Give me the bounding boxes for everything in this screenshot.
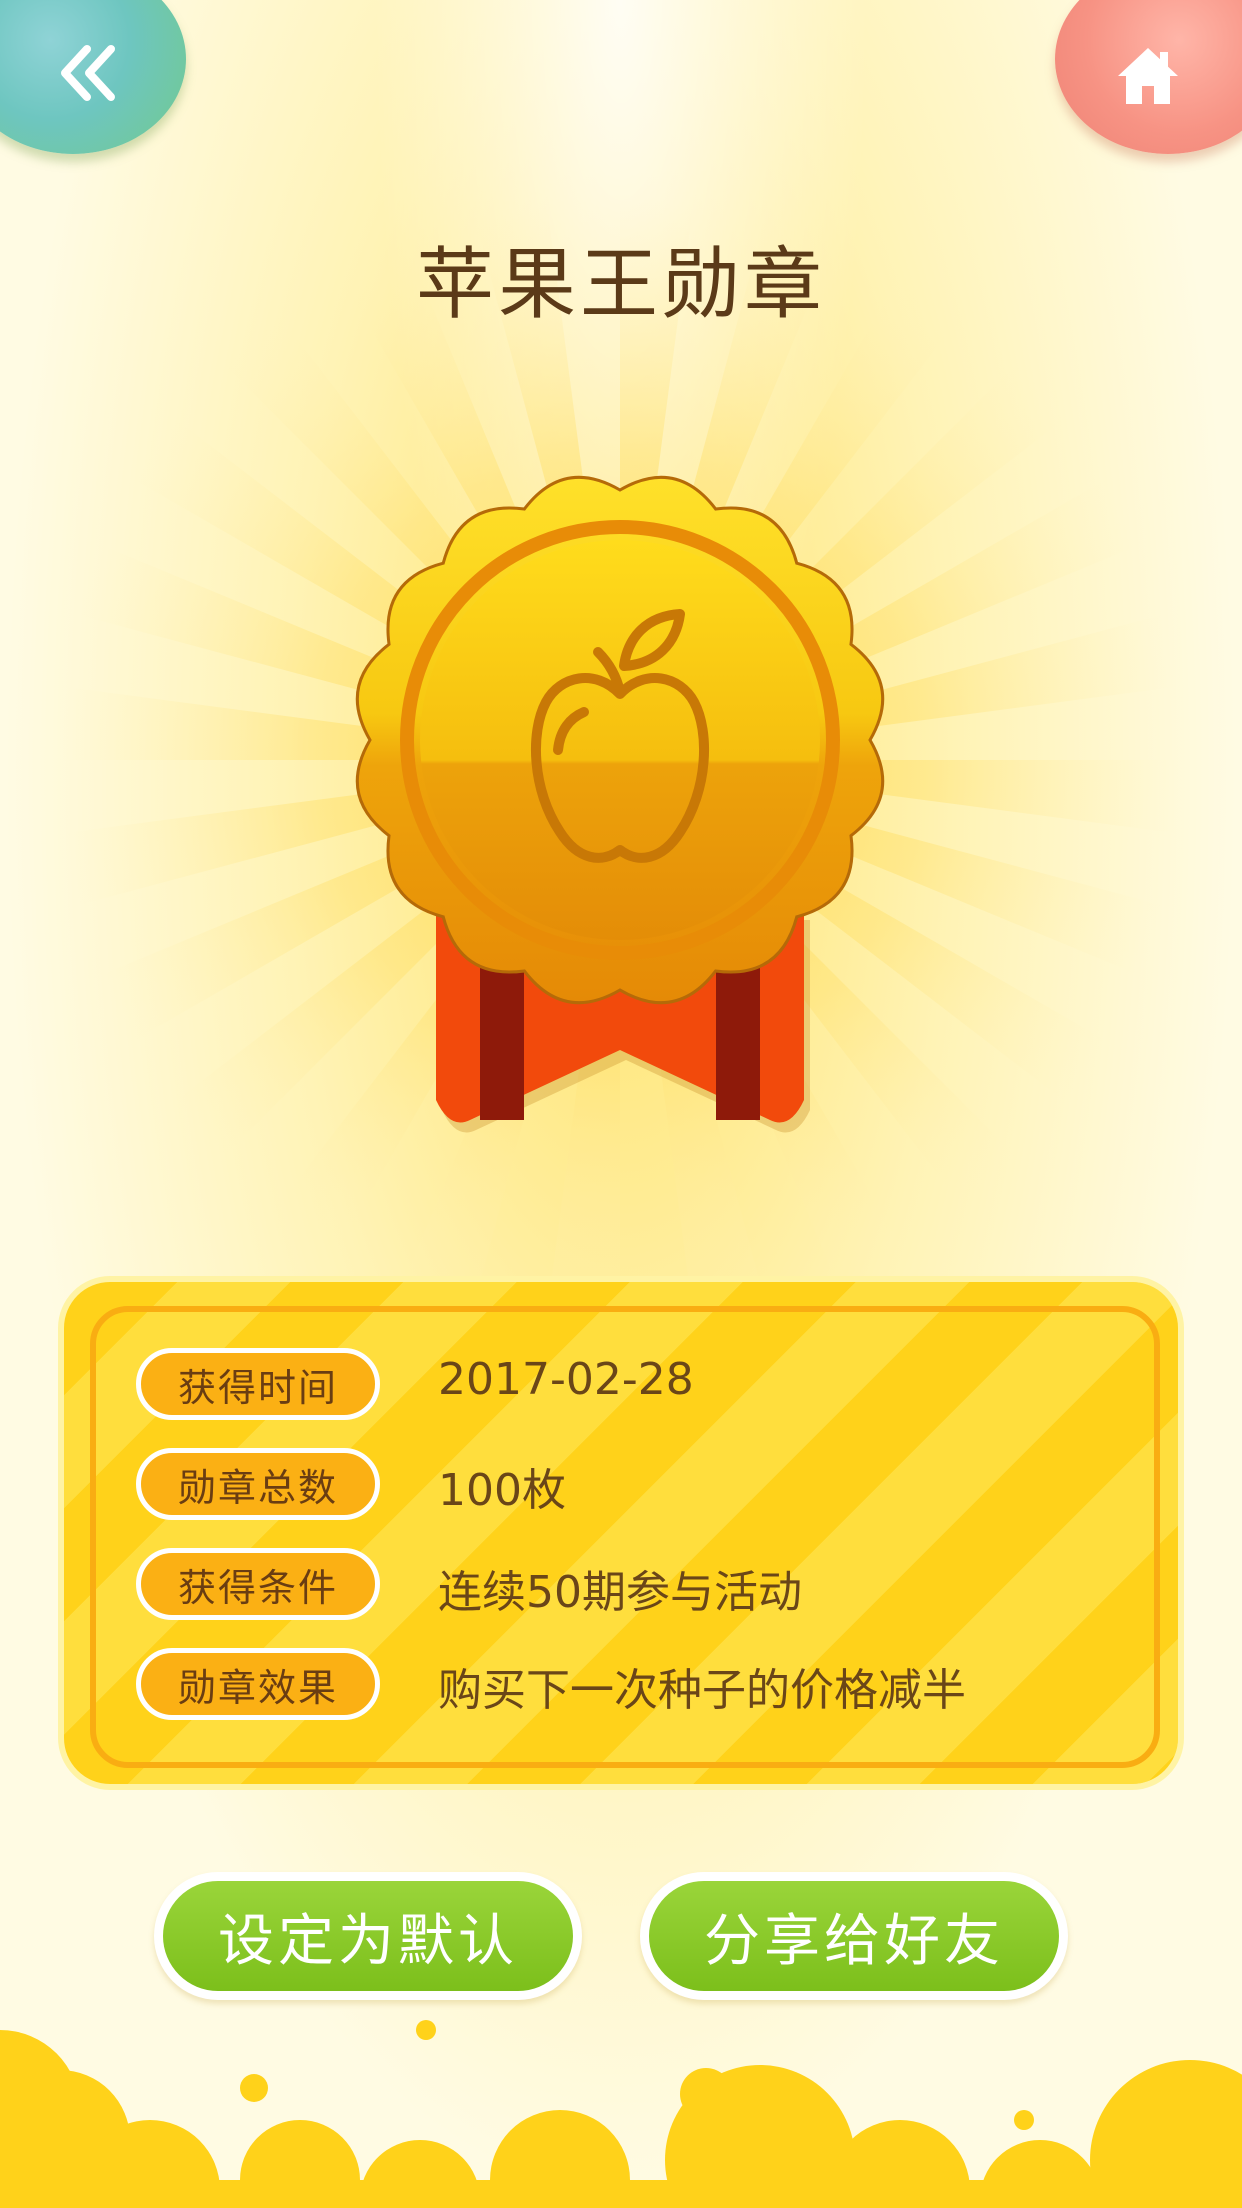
home-icon <box>1118 48 1178 104</box>
info-label-pill: 获得条件 <box>136 1548 380 1620</box>
info-label-pill: 勋章总数 <box>136 1448 380 1520</box>
info-row-count: 勋章总数 <box>136 1444 380 1524</box>
info-value-effect: 购买下一次种子的价格减半 <box>438 1665 966 1716</box>
info-label-pill: 勋章效果 <box>136 1648 380 1720</box>
info-label-pill: 获得时间 <box>136 1348 380 1420</box>
page-title: 苹果王勋章 <box>415 240 826 330</box>
info-row-time: 获得时间 <box>136 1344 380 1424</box>
double-chevron-left-icon <box>61 45 115 101</box>
info-value-count: 100枚 <box>438 1465 566 1516</box>
info-row-condition: 获得条件 <box>136 1544 380 1624</box>
info-value-time: 2017-02-28 <box>438 1354 694 1405</box>
cloud-decoration <box>0 2020 1242 2208</box>
info-card: 获得时间 2017-02-28 勋章总数 100枚 获得条件 连续50期参与活动… <box>64 1282 1178 1784</box>
medal-badge <box>355 475 885 1133</box>
info-value-condition: 连续50期参与活动 <box>438 1567 802 1618</box>
info-row-effect: 勋章效果 <box>136 1644 380 1724</box>
